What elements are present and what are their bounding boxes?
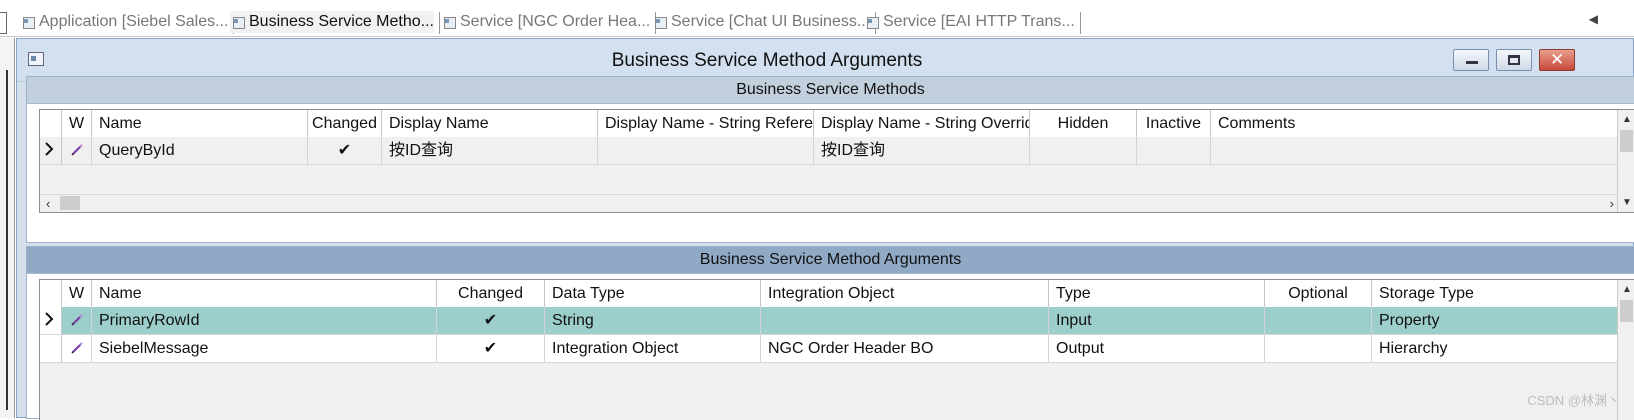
tab-label: Business Service Metho... — [249, 13, 434, 30]
tab-service-ngc-order[interactable]: Service [NGC Order Hea... — [441, 11, 657, 34]
column-header-integration-object[interactable]: Integration Object — [761, 280, 1049, 307]
changed-cell[interactable]: ✔ — [437, 335, 545, 362]
arguments-section-header: Business Service Method Arguments — [27, 247, 1634, 274]
storage-type-cell[interactable]: Hierarchy — [1372, 335, 1620, 362]
scroll-down-icon[interactable]: ▼ — [1622, 197, 1632, 208]
integration-object-cell[interactable] — [761, 307, 1049, 334]
column-header-w[interactable]: W — [62, 110, 92, 137]
data-type-cell[interactable]: Integration Object — [545, 335, 761, 362]
document-icon — [232, 16, 245, 29]
column-header-w[interactable]: W — [62, 280, 92, 307]
display-name-cell[interactable]: 按ID查询 — [382, 137, 598, 164]
row-selector[interactable] — [40, 307, 62, 334]
arguments-section: Business Service Method Arguments W Name… — [26, 246, 1634, 420]
inactive-cell[interactable] — [1137, 137, 1211, 164]
optional-cell[interactable] — [1265, 335, 1372, 362]
column-header-comments[interactable]: Comments — [1211, 110, 1620, 137]
tab-separator — [1079, 12, 1081, 34]
column-header-display-name-string-reference[interactable]: Display Name - String Refere — [598, 110, 814, 137]
maximize-button[interactable] — [1496, 49, 1532, 71]
changed-cell[interactable]: ✔ — [308, 137, 382, 164]
column-header-hidden[interactable]: Hidden — [1030, 110, 1137, 137]
document-icon — [22, 16, 35, 29]
scroll-right-icon[interactable]: › — [1610, 196, 1614, 211]
horizontal-scrollbar[interactable]: ‹ › — [40, 194, 1620, 212]
type-cell[interactable]: Input — [1049, 307, 1265, 334]
tab-strip-left-edge — [0, 12, 7, 34]
scroll-left-icon[interactable]: ‹ — [46, 196, 50, 211]
scroll-up-icon[interactable]: ▲ — [1622, 114, 1632, 125]
left-frame — [0, 38, 15, 418]
hidden-cell[interactable] — [1030, 137, 1137, 164]
table-row[interactable]: SiebelMessage ✔ Integration Object NGC O… — [40, 335, 1620, 363]
pencil-icon — [71, 342, 83, 354]
argument-name-cell[interactable]: SiebelMessage — [92, 335, 437, 362]
integration-object-cell[interactable]: NGC Order Header BO — [761, 335, 1049, 362]
document-icon — [866, 16, 879, 29]
column-header-data-type[interactable]: Data Type — [545, 280, 761, 307]
optional-cell[interactable] — [1265, 307, 1372, 334]
tab-business-service-method[interactable]: Business Service Metho... — [230, 11, 440, 34]
column-header-display-name-string-override[interactable]: Display Name - String Overrid — [814, 110, 1030, 137]
methods-section: Business Service Methods W Name Changed … — [26, 76, 1634, 243]
method-name-cell[interactable]: QueryById — [92, 137, 308, 164]
row-selector[interactable] — [40, 335, 62, 362]
column-header-type[interactable]: Type — [1049, 280, 1265, 307]
column-header-inactive[interactable]: Inactive — [1137, 110, 1211, 137]
data-type-cell[interactable]: String — [545, 307, 761, 334]
methods-section-header: Business Service Methods — [27, 77, 1634, 104]
methods-grid: W Name Changed Display Name Display Name… — [39, 109, 1634, 213]
comments-cell[interactable] — [1211, 137, 1620, 164]
applet-window: Business Service Method Arguments Busine… — [16, 38, 1634, 420]
pencil-icon — [71, 314, 83, 326]
display-name-string-reference-cell[interactable] — [598, 137, 814, 164]
tab-application[interactable]: Application [Siebel Sales... — [20, 11, 235, 34]
row-selector[interactable] — [40, 137, 62, 164]
tab-label: Application [Siebel Sales... — [39, 13, 229, 30]
display-name-string-override-cell[interactable]: 按ID查询 — [814, 137, 1030, 164]
table-row-selected[interactable]: PrimaryRowId ✔ String Input Property — [40, 307, 1620, 335]
scroll-thumb[interactable] — [1620, 300, 1633, 322]
write-indicator — [62, 307, 92, 334]
tab-label: Service [NGC Order Hea... — [460, 13, 651, 30]
type-cell[interactable]: Output — [1049, 335, 1265, 362]
pencil-icon — [71, 144, 83, 156]
storage-type-cell[interactable]: Property — [1372, 307, 1620, 334]
table-row[interactable]: QueryById ✔ 按ID查询 按ID查询 — [40, 137, 1620, 165]
watermark-text: CSDN @林渊丶 — [1527, 393, 1620, 408]
minimize-button[interactable] — [1453, 49, 1489, 71]
tab-label: Service [EAI HTTP Trans... — [883, 13, 1075, 30]
changed-cell[interactable]: ✔ — [437, 307, 545, 334]
scroll-thumb[interactable] — [1620, 130, 1633, 152]
scroll-up-icon[interactable]: ▲ — [1622, 284, 1632, 295]
column-header-name[interactable]: Name — [92, 110, 308, 137]
window-title: Business Service Method Arguments — [611, 50, 923, 71]
column-header-name[interactable]: Name — [92, 280, 437, 307]
arguments-grid: W Name Changed Data Type Integration Obj… — [39, 279, 1634, 420]
column-header-optional[interactable]: Optional — [1265, 280, 1372, 307]
tab-separator — [438, 12, 440, 34]
column-header-storage-type[interactable]: Storage Type — [1372, 280, 1620, 307]
column-header-changed[interactable]: Changed — [308, 110, 382, 137]
vertical-scrollbar[interactable]: ▲ ▼ — [1617, 110, 1634, 212]
document-tab-strip: Application [Siebel Sales... Business Se… — [0, 0, 1634, 37]
document-icon — [443, 16, 456, 29]
tab-service-chat-ui[interactable]: Service [Chat UI Business... — [652, 11, 877, 34]
row-pointer-icon — [45, 142, 54, 156]
tab-scroll-left-icon[interactable]: ◀ — [1589, 12, 1598, 26]
scroll-thumb[interactable] — [60, 196, 80, 210]
methods-header-row: W Name Changed Display Name Display Name… — [40, 110, 1620, 138]
write-indicator — [62, 335, 92, 362]
close-button[interactable] — [1539, 49, 1575, 71]
document-icon — [654, 16, 667, 29]
tab-label: Service [Chat UI Business... — [671, 13, 871, 30]
write-indicator — [62, 137, 92, 164]
row-pointer-icon — [45, 312, 54, 326]
arguments-header-row: W Name Changed Data Type Integration Obj… — [40, 280, 1620, 308]
column-header-display-name[interactable]: Display Name — [382, 110, 598, 137]
column-header-changed[interactable]: Changed — [437, 280, 545, 307]
tab-service-eai-http[interactable]: Service [EAI HTTP Trans... — [864, 11, 1081, 34]
argument-name-cell[interactable]: PrimaryRowId — [92, 307, 437, 334]
